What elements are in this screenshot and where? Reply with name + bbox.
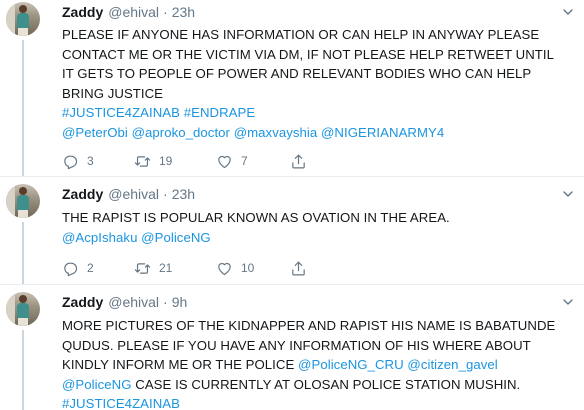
text-segment: CONTACT ME OR THE VICTIM VIA DM, IF NOT …: [62, 46, 554, 62]
reply-button[interactable]: 3: [62, 153, 134, 170]
separator: ·: [163, 294, 168, 310]
text-segment: IT GETS TO PEOPLE OF POWER AND RELEVANT …: [62, 66, 532, 81]
text-segment: BRING JUSTICE: [62, 85, 164, 101]
tweet[interactable]: Zaddy @ehival · 23h THE RAPIST IS POPULA…: [0, 184, 584, 284]
avatar[interactable]: [6, 2, 40, 36]
like-count: 7: [241, 154, 248, 168]
display-name[interactable]: Zaddy: [62, 2, 103, 22]
text-segment: THE RAPIST IS POPULAR KNOWN AS OVATION I…: [62, 210, 450, 225]
mention-or-hashtag-link[interactable]: #JUSTICE4ZAINAB #ENDRAPE: [62, 105, 255, 120]
thread-line: [22, 330, 24, 410]
tweet[interactable]: Zaddy @ehival · 23h PLEASE IF ANYONE HAS…: [0, 0, 584, 176]
mention-or-hashtag-link[interactable]: @PoliceNG: [62, 377, 132, 392]
like-button[interactable]: 10: [216, 260, 290, 277]
tweet-header: Zaddy @ehival · 9h: [62, 292, 574, 312]
avatar-column: [0, 292, 62, 410]
heart-icon: [218, 155, 231, 168]
separator: ·: [163, 186, 168, 202]
tweet-text: MORE PICTURES OF THE KIDNAPPER AND RAPIS…: [62, 316, 574, 410]
timestamp[interactable]: 23h: [172, 184, 195, 204]
tweet[interactable]: Zaddy @ehival · 9h MORE PICTURES OF THE …: [0, 292, 584, 410]
avatar[interactable]: [6, 184, 40, 218]
text-line: CONTACT ME OR THE VICTIM VIA DM, IF NOT …: [62, 45, 574, 65]
display-name[interactable]: Zaddy: [62, 292, 103, 312]
avatar-column: [0, 0, 62, 176]
chevron-down-icon[interactable]: [562, 296, 574, 308]
text-segment: PLEASE IF ANYONE HAS INFORMATION OR CAN …: [62, 27, 540, 42]
thread-line: [22, 222, 24, 284]
reply-count: 3: [87, 154, 94, 168]
mention-or-hashtag-link[interactable]: #JUSTICE4ZAINAB: [62, 396, 180, 410]
text-line: @AcpIshaku @PoliceNG: [62, 228, 574, 248]
share-icon: [292, 261, 305, 275]
mention-or-hashtag-link[interactable]: @PoliceNG_CRU @citizen_gavel: [298, 357, 498, 372]
reply-button[interactable]: 2: [62, 260, 134, 277]
tweet-header: Zaddy @ehival · 23h: [62, 184, 574, 204]
retweet-button[interactable]: 21: [134, 260, 216, 277]
tweet-divider: [0, 284, 584, 285]
text-segment: CASE IS CURRENTLY AT OLOSAN POLICE STATI…: [131, 376, 521, 392]
tweet-thread: Zaddy @ehival · 23h PLEASE IF ANYONE HAS…: [0, 0, 584, 410]
retweet-icon: [134, 262, 151, 274]
share-icon: [292, 154, 305, 168]
text-line: PLEASE IF ANYONE HAS INFORMATION OR CAN …: [62, 25, 574, 45]
tweet-divider: [0, 176, 584, 177]
text-line: #JUSTICE4ZAINAB: [62, 394, 574, 410]
text-line: QUDUS. PLEASE IF YOU HAVE ANY INFORMATIO…: [62, 336, 574, 356]
retweet-count: 21: [159, 261, 173, 275]
tweet-actions: 2 21 10: [62, 258, 574, 278]
heart-icon: [218, 262, 231, 275]
mention-or-hashtag-link[interactable]: @PeterObi @aproko_doctor @maxvayshia @NI…: [62, 125, 444, 140]
reply-icon: [64, 262, 78, 276]
display-name[interactable]: Zaddy: [62, 184, 103, 204]
text-segment: KINDLY INFORM ME OR THE POLICE: [62, 357, 299, 372]
reply-count: 2: [87, 261, 94, 275]
text-segment: QUDUS. PLEASE IF YOU HAVE ANY INFORMATIO…: [62, 337, 531, 353]
text-line: IT GETS TO PEOPLE OF POWER AND RELEVANT …: [62, 64, 574, 84]
text-line: BRING JUSTICE: [62, 84, 574, 104]
text-line: #JUSTICE4ZAINAB #ENDRAPE: [62, 103, 574, 123]
avatar[interactable]: [6, 292, 40, 326]
mention-or-hashtag-link[interactable]: @AcpIshaku @PoliceNG: [62, 230, 211, 245]
tweet-actions: 3 19 7: [62, 151, 574, 171]
avatar-column: [0, 184, 62, 284]
chevron-down-icon[interactable]: [562, 6, 574, 18]
thread-line: [22, 40, 24, 176]
tweet-header: Zaddy @ehival · 23h: [62, 2, 574, 22]
text-line: @PeterObi @aproko_doctor @maxvayshia @NI…: [62, 123, 574, 143]
reply-icon: [64, 155, 78, 169]
retweet-count: 19: [159, 154, 173, 168]
retweet-button[interactable]: 19: [134, 153, 216, 170]
retweet-icon: [134, 155, 151, 167]
tweet-text: PLEASE IF ANYONE HAS INFORMATION OR CAN …: [62, 25, 574, 142]
text-line: @PoliceNG CASE IS CURRENTLY AT OLOSAN PO…: [62, 375, 574, 395]
like-button[interactable]: 7: [216, 153, 290, 170]
text-line: KINDLY INFORM ME OR THE POLICE @PoliceNG…: [62, 355, 574, 375]
chevron-down-icon[interactable]: [562, 188, 574, 200]
username[interactable]: @ehival: [108, 184, 159, 204]
share-button[interactable]: [290, 260, 307, 277]
share-button[interactable]: [290, 153, 307, 170]
tweet-text: THE RAPIST IS POPULAR KNOWN AS OVATION I…: [62, 208, 574, 247]
separator: ·: [163, 4, 168, 20]
username[interactable]: @ehival: [108, 292, 159, 312]
like-count: 10: [241, 261, 255, 275]
timestamp[interactable]: 9h: [172, 292, 188, 312]
username[interactable]: @ehival: [108, 2, 159, 22]
text-line: MORE PICTURES OF THE KIDNAPPER AND RAPIS…: [62, 316, 574, 336]
timestamp[interactable]: 23h: [172, 2, 195, 22]
text-line: THE RAPIST IS POPULAR KNOWN AS OVATION I…: [62, 208, 574, 228]
text-segment: MORE PICTURES OF THE KIDNAPPER AND RAPIS…: [62, 318, 556, 333]
